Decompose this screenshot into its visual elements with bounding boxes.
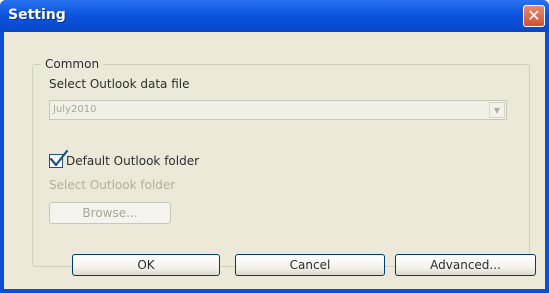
title-bar[interactable]: Setting ✕ [0, 0, 549, 32]
window-title: Setting [8, 7, 66, 23]
data-file-select[interactable]: July2010 ▼ [49, 100, 507, 120]
settings-window: Setting ✕ Common Select Outlook data fil… [0, 0, 549, 293]
default-folder-label: Default Outlook folder [66, 154, 200, 168]
browse-button[interactable]: Browse... [49, 202, 171, 224]
dialog-client-area: Common Select Outlook data file July2010… [4, 32, 545, 289]
default-folder-checkbox[interactable] [49, 149, 69, 168]
ok-button[interactable]: OK [72, 254, 220, 276]
advanced-button[interactable]: Advanced... [395, 254, 536, 276]
select-folder-label: Select Outlook folder [49, 178, 176, 192]
cancel-button[interactable]: Cancel [235, 254, 385, 276]
close-button[interactable]: ✕ [523, 5, 545, 27]
close-icon: ✕ [527, 6, 541, 25]
data-file-value: July2010 [53, 104, 97, 115]
data-file-label: Select Outlook data file [49, 77, 190, 91]
chevron-down-icon[interactable]: ▼ [489, 102, 505, 118]
group-legend: Common [41, 57, 104, 71]
